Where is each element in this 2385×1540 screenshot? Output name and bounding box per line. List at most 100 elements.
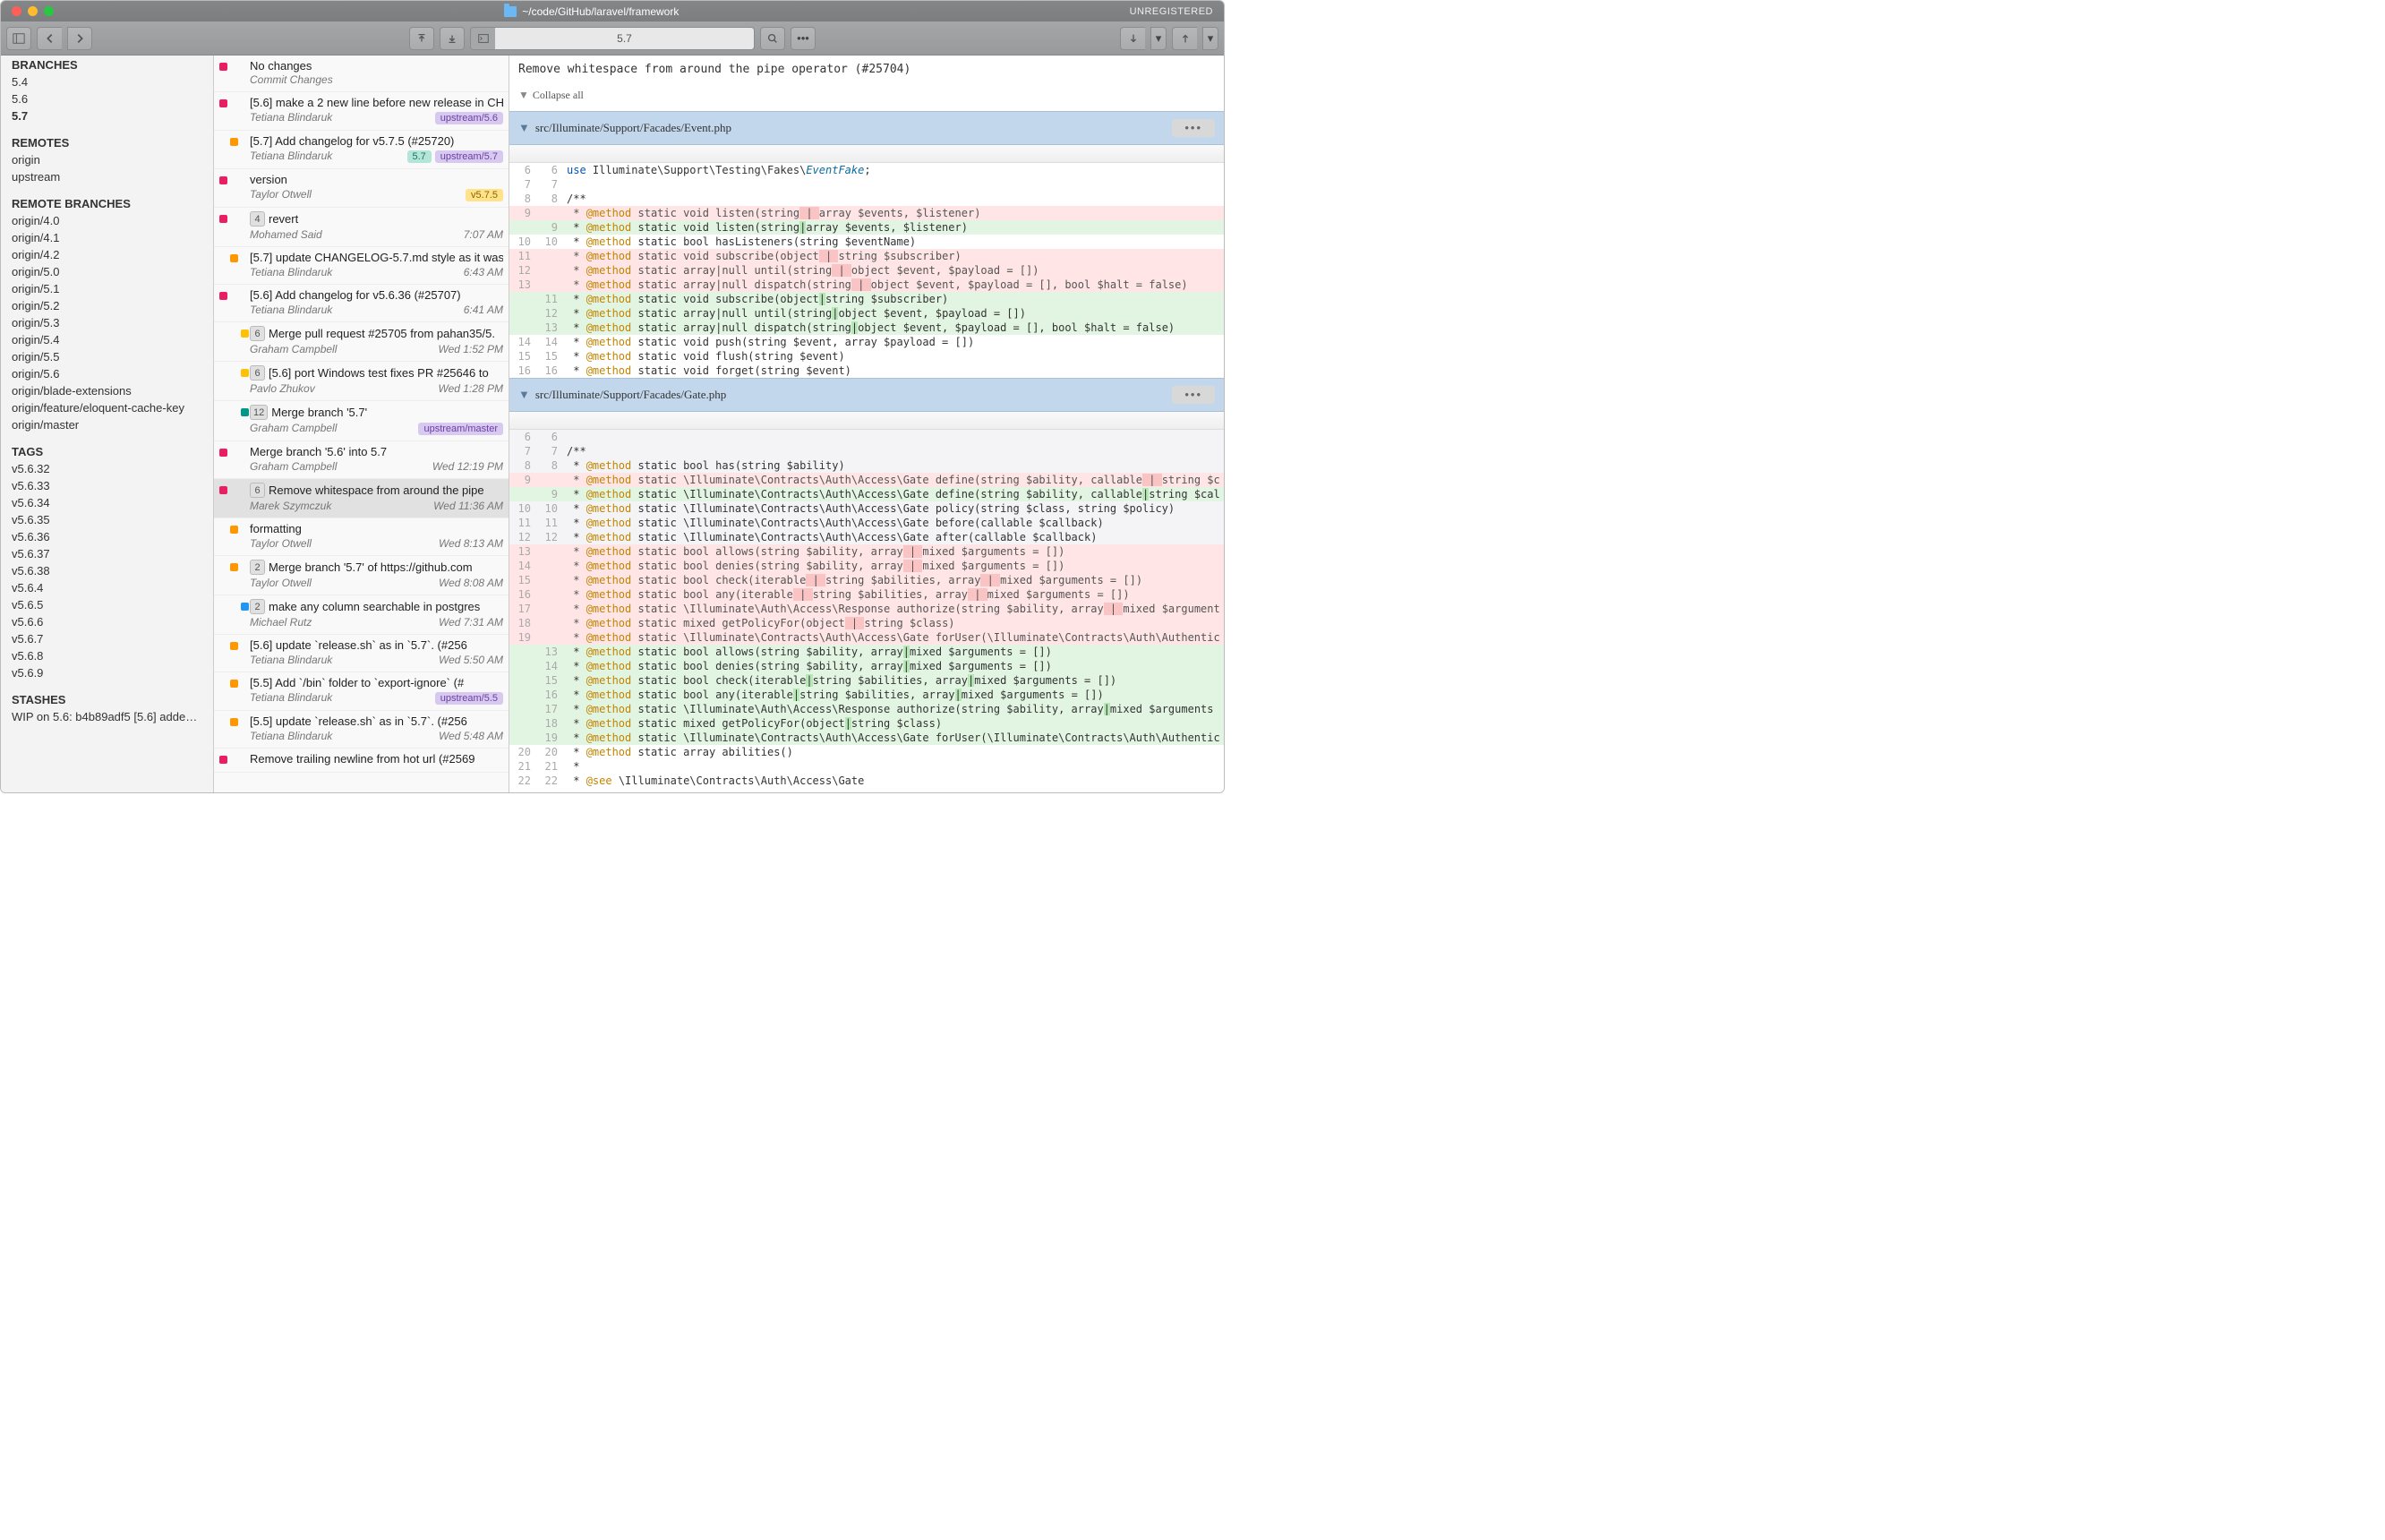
sidebar-item[interactable]: WIP on 5.6: b4b89adf5 [5.6] added m bbox=[1, 708, 213, 725]
diff-line[interactable]: 17 * @method static \Illuminate\Auth\Acc… bbox=[509, 602, 1224, 616]
branch-search-input[interactable] bbox=[495, 27, 755, 50]
sort-up-button[interactable] bbox=[1172, 27, 1197, 50]
sort-down-menu[interactable]: ▾ bbox=[1150, 27, 1167, 50]
commit-row[interactable]: 2make any column searchable in postgresM… bbox=[214, 595, 509, 635]
diff-line[interactable]: 16 * @method static bool any(iterable | … bbox=[509, 587, 1224, 602]
sidebar-item[interactable]: v5.6.38 bbox=[1, 562, 213, 579]
diff-line[interactable]: 13 * @method static array|null dispatch(… bbox=[509, 321, 1224, 335]
diff-line[interactable]: 17 * @method static \Illuminate\Auth\Acc… bbox=[509, 702, 1224, 716]
forward-button[interactable] bbox=[67, 27, 92, 50]
sidebar-item[interactable]: v5.6.4 bbox=[1, 579, 213, 596]
file-actions-button[interactable]: ••• bbox=[1172, 119, 1215, 137]
file-header[interactable]: ▼src/Illuminate/Support/Facades/Event.ph… bbox=[509, 111, 1224, 145]
diff-line[interactable]: 16 * @method static bool any(iterable|st… bbox=[509, 688, 1224, 702]
pull-button[interactable] bbox=[440, 27, 465, 50]
file-actions-button[interactable]: ••• bbox=[1172, 386, 1215, 404]
ref-tag[interactable]: upstream/5.6 bbox=[435, 112, 503, 124]
commit-row[interactable]: versionTaylor Otwellv5.7.5 bbox=[214, 169, 509, 208]
back-button[interactable] bbox=[37, 27, 62, 50]
diff-line[interactable]: 9 * @method static \Illuminate\Contracts… bbox=[509, 473, 1224, 487]
diff-line[interactable]: 1616 * @method static void forget(string… bbox=[509, 364, 1224, 378]
sidebar-item[interactable]: origin/5.1 bbox=[1, 280, 213, 297]
sidebar-item[interactable]: 5.6 bbox=[1, 90, 213, 107]
commit-row[interactable]: [5.6] make a 2 new line before new relea… bbox=[214, 92, 509, 131]
sidebar-item[interactable]: v5.6.37 bbox=[1, 545, 213, 562]
sidebar-item[interactable]: origin/4.2 bbox=[1, 246, 213, 263]
minimize-icon[interactable] bbox=[28, 6, 38, 16]
diff-line[interactable]: 1010 * @method static \Illuminate\Contra… bbox=[509, 501, 1224, 516]
commit-row[interactable]: 6Remove whitespace from around the pipeM… bbox=[214, 479, 509, 518]
push-button[interactable] bbox=[409, 27, 434, 50]
sidebar-item[interactable]: 5.7 bbox=[1, 107, 213, 124]
diff-line[interactable]: 14 * @method static bool denies(string $… bbox=[509, 659, 1224, 673]
commit-row[interactable]: [5.5] update `release.sh` as in `5.7`. (… bbox=[214, 711, 509, 749]
commit-row[interactable]: [5.6] update `release.sh` as in `5.7`. (… bbox=[214, 635, 509, 672]
sort-up-menu[interactable]: ▾ bbox=[1202, 27, 1218, 50]
zoom-icon[interactable] bbox=[44, 6, 54, 16]
diff-line[interactable]: 88/** bbox=[509, 192, 1224, 206]
diff-line[interactable]: 12 * @method static array|null until(str… bbox=[509, 263, 1224, 278]
diff-line[interactable]: 11 * @method static void subscribe(objec… bbox=[509, 249, 1224, 263]
diff-line[interactable]: 88 * @method static bool has(string $abi… bbox=[509, 458, 1224, 473]
diff-line[interactable]: 15 * @method static bool check(iterable|… bbox=[509, 673, 1224, 688]
diff-line[interactable]: 66 bbox=[509, 430, 1224, 444]
sidebar-item[interactable]: origin/blade-extensions bbox=[1, 382, 213, 399]
commit-row[interactable]: 12Merge branch '5.7'Graham Campbellupstr… bbox=[214, 401, 509, 441]
diff-line[interactable]: 2222 * @see \Illuminate\Contracts\Auth\A… bbox=[509, 774, 1224, 788]
sidebar-item[interactable]: origin/feature/eloquent-cache-key bbox=[1, 399, 213, 416]
sidebar-item[interactable]: origin/master bbox=[1, 416, 213, 433]
sidebar-item[interactable]: v5.6.34 bbox=[1, 494, 213, 511]
sidebar-item[interactable]: origin/4.1 bbox=[1, 229, 213, 246]
diff-line[interactable]: 15 * @method static bool check(iterable … bbox=[509, 573, 1224, 587]
diff-line[interactable]: 13 * @method static bool allows(string $… bbox=[509, 645, 1224, 659]
sidebar-item[interactable]: origin/5.2 bbox=[1, 297, 213, 314]
sidebar-item[interactable]: 5.4 bbox=[1, 73, 213, 90]
sidebar-item[interactable]: upstream bbox=[1, 168, 213, 185]
diff-line[interactable]: 12 * @method static array|null until(str… bbox=[509, 306, 1224, 321]
close-icon[interactable] bbox=[12, 6, 21, 16]
ref-tag[interactable]: upstream/5.7 bbox=[435, 150, 503, 163]
sidebar-item[interactable]: origin/5.5 bbox=[1, 348, 213, 365]
diff-line[interactable]: 19 * @method static \Illuminate\Contract… bbox=[509, 630, 1224, 645]
diff-line[interactable]: 19 * @method static \Illuminate\Contract… bbox=[509, 731, 1224, 745]
sidebar-item[interactable]: v5.6.33 bbox=[1, 477, 213, 494]
commit-row[interactable]: 2Merge branch '5.7' of https://github.co… bbox=[214, 556, 509, 595]
sidebar-item[interactable]: v5.6.9 bbox=[1, 664, 213, 681]
commit-row[interactable]: No changesCommit Changes bbox=[214, 56, 509, 92]
ref-tag[interactable]: v5.7.5 bbox=[466, 189, 503, 201]
diff-line[interactable]: 13 * @method static array|null dispatch(… bbox=[509, 278, 1224, 292]
diff-line[interactable]: 13 * @method static bool allows(string $… bbox=[509, 544, 1224, 559]
diff-line[interactable]: 1515 * @method static void flush(string … bbox=[509, 349, 1224, 364]
commit-row[interactable]: [5.5] Add `/bin` folder to `export-ignor… bbox=[214, 672, 509, 711]
diff-line[interactable]: 1111 * @method static \Illuminate\Contra… bbox=[509, 516, 1224, 530]
sidebar-item[interactable]: v5.6.8 bbox=[1, 647, 213, 664]
commit-row[interactable]: 6[5.6] port Windows test fixes PR #25646… bbox=[214, 362, 509, 401]
ref-tag[interactable]: 5.7 bbox=[407, 150, 432, 163]
sidebar-item[interactable]: v5.6.32 bbox=[1, 460, 213, 477]
commit-row[interactable]: formattingTaylor OtwellWed 8:13 AM bbox=[214, 518, 509, 556]
diff-line[interactable]: 1414 * @method static void push(string $… bbox=[509, 335, 1224, 349]
sidebar-item[interactable]: origin/4.0 bbox=[1, 212, 213, 229]
ref-tag[interactable]: upstream/5.5 bbox=[435, 692, 503, 705]
diff-line[interactable]: 9 * @method static void listen(string | … bbox=[509, 206, 1224, 220]
more-button[interactable]: ••• bbox=[791, 27, 816, 50]
diff-line[interactable]: 18 * @method static mixed getPolicyFor(o… bbox=[509, 716, 1224, 731]
commit-row[interactable]: 6Merge pull request #25705 from pahan35/… bbox=[214, 322, 509, 362]
sidebar-item[interactable]: origin/5.0 bbox=[1, 263, 213, 280]
commit-row[interactable]: [5.7] update CHANGELOG-5.7.md style as i… bbox=[214, 247, 509, 285]
commit-row[interactable]: [5.7] Add changelog for v5.7.5 (#25720)T… bbox=[214, 131, 509, 169]
sort-down-button[interactable] bbox=[1120, 27, 1145, 50]
diff-line[interactable]: 9 * @method static void listen(string|ar… bbox=[509, 220, 1224, 235]
diff-line[interactable]: 14 * @method static bool denies(string $… bbox=[509, 559, 1224, 573]
sidebar-item[interactable]: v5.6.5 bbox=[1, 596, 213, 613]
collapse-all-button[interactable]: ▼Collapse all bbox=[509, 83, 1224, 111]
diff-line[interactable]: 77 bbox=[509, 177, 1224, 192]
sidebar-toggle-button[interactable] bbox=[6, 27, 31, 50]
diff-line[interactable]: 2020 * @method static array abilities() bbox=[509, 745, 1224, 759]
diff-line[interactable]: 77/** bbox=[509, 444, 1224, 458]
sidebar-item[interactable]: origin/5.4 bbox=[1, 331, 213, 348]
sidebar-item[interactable]: origin/5.6 bbox=[1, 365, 213, 382]
sidebar-item[interactable]: v5.6.7 bbox=[1, 630, 213, 647]
diff-line[interactable]: 11 * @method static void subscribe(objec… bbox=[509, 292, 1224, 306]
diff-line[interactable]: 2121 * bbox=[509, 759, 1224, 774]
